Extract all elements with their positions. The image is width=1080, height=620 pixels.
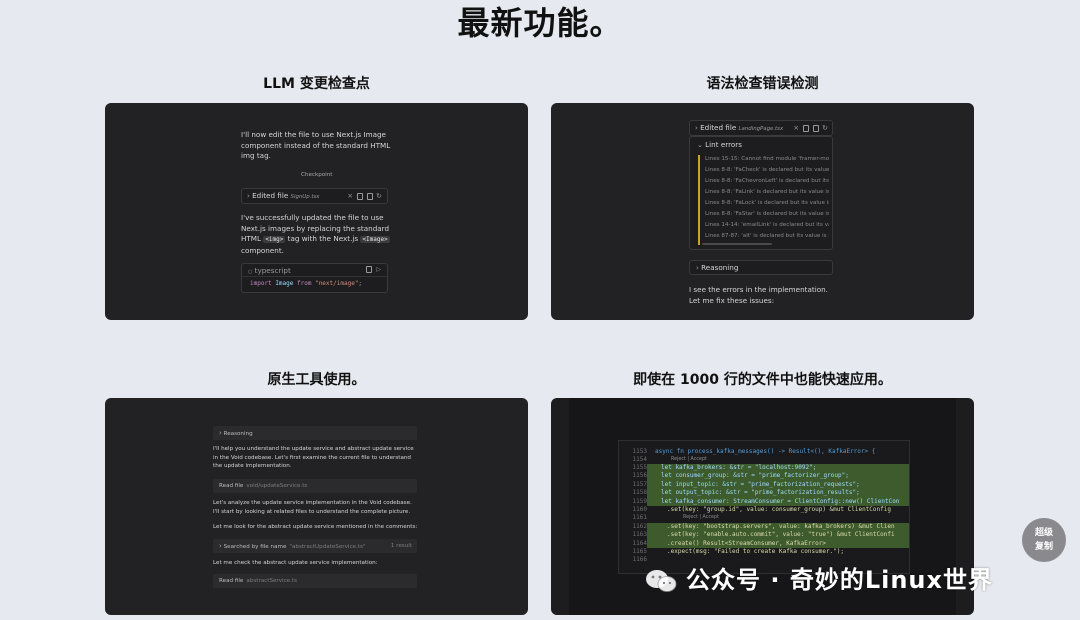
card-title-fast-apply: 即使在 1000 行的文件中也能快速应用。 <box>633 372 892 388</box>
reasoning-row[interactable]: › Reasoning <box>689 260 833 275</box>
wechat-icon <box>646 570 677 592</box>
edited-file-row[interactable]: › Edited file SignUp.tsx × ↻ <box>241 188 388 204</box>
inline-code-img: <img> <box>263 236 286 243</box>
play-icon[interactable]: ▷ <box>376 266 381 273</box>
page-title: 最新功能。 <box>457 4 623 42</box>
card-checkpoints: I'll now edit the file to use Next.js Im… <box>105 103 528 320</box>
edited-file-name: LandingPage.tsx <box>738 126 784 132</box>
refresh-icon[interactable]: ↻ <box>376 192 382 200</box>
lint-error-item[interactable]: Lines 8-8: 'FaCheck' is declared but its… <box>705 167 829 173</box>
edited-file-label: Edited file <box>700 123 737 132</box>
lint-errors-header[interactable]: ⌄ Lint errors <box>697 140 742 151</box>
edited-file-name: SignUp.tsx <box>290 194 320 200</box>
code-line: 1161 <box>632 514 647 522</box>
assistant-message: I'll help you understand the update serv… <box>213 446 414 470</box>
assistant-message: Let me check the abstract update service… <box>213 560 378 566</box>
file-icon[interactable] <box>803 124 810 132</box>
read-file-row[interactable]: Read file void/updateService.ts <box>213 479 417 493</box>
search-file-row[interactable]: › Searched by file name "abstractUpdateSe… <box>213 539 417 553</box>
read-file-row[interactable]: Read file abstractService.ts <box>213 574 417 588</box>
copy-icon[interactable] <box>813 124 820 132</box>
code-line-added: 1164 .create() Result<StreamConsumer, Kaf… <box>619 539 909 548</box>
assistant-message-2: I've successfully updated the file to us… <box>241 213 390 255</box>
code-line-added: 1155 let kafka_brokers: &str = "localhost… <box>619 464 909 473</box>
lint-error-item[interactable]: Lines 87-87: 'alt' is declared but its v… <box>705 233 829 239</box>
code-line-added: 1159 let kafka_consumer: StreamConsumer =… <box>619 497 909 506</box>
lint-warning-bar <box>698 155 700 245</box>
chevron-down-icon: ⌄ <box>697 141 703 149</box>
lint-error-item[interactable]: Lines 8-8: 'FaLink' is declared but its … <box>705 189 829 195</box>
card-title-tools: 原生工具使用。 <box>267 372 366 388</box>
assistant-message: Let me look for the abstract update serv… <box>213 524 418 530</box>
checkpoint-button[interactable]: Checkpoint <box>301 170 332 181</box>
chevron-right-icon: › <box>247 192 250 200</box>
search-result-count: 1 result <box>390 543 412 549</box>
inline-code-image: <Image> <box>360 236 390 243</box>
refresh-icon[interactable]: ↻ <box>822 124 828 132</box>
file-icon[interactable] <box>357 192 364 200</box>
lint-errors-panel: ⌄ Lint errors Lines 15-15: Cannot find m… <box>689 136 833 250</box>
assistant-message: Let's analyze the update service impleme… <box>213 500 412 515</box>
watermark: 公众号 · 奇妙的Linux世界 <box>644 560 993 595</box>
assistant-message: I'll now edit the file to use Next.js Im… <box>241 130 391 160</box>
code-line-added: 1162 .set(key: "bootstrap.servers", value… <box>619 522 909 532</box>
reasoning-label: Reasoning <box>701 263 739 272</box>
chevron-right-icon: › <box>696 264 699 272</box>
horizontal-scrollbar[interactable] <box>702 243 772 245</box>
reasoning-row[interactable]: › Reasoning <box>213 426 417 440</box>
reject-accept-actions[interactable]: Reject | Accept <box>683 515 719 520</box>
card-title-checkpoints: LLM 变更检查点 <box>263 76 370 92</box>
lint-error-item[interactable]: Lines 15-15: Cannot find module 'framer-… <box>705 156 829 162</box>
code-editor[interactable]: 1153 async fn process_kafka_messages() ->… <box>618 440 910 574</box>
card-title-lint: 语法检查错误检测 <box>706 76 819 92</box>
edited-file-label: Edited file <box>252 191 289 200</box>
code-line-added: 1157 let input_topic: &str = "prime_facto… <box>619 480 909 490</box>
edited-file-row[interactable]: › Edited file LandingPage.tsx × ↻ <box>689 120 833 136</box>
chevron-right-icon: › <box>219 429 222 437</box>
code-line-added: 1156 let consumer_group: &str = "prime_fa… <box>619 472 909 481</box>
chevron-right-icon: › <box>219 542 222 550</box>
code-line-added: 1163 .set(key: "enable.auto.commit", valu… <box>619 531 909 540</box>
copy-icon[interactable] <box>366 266 373 273</box>
lint-error-item[interactable]: Lines 14-14: 'emailLink' is declared but… <box>705 222 829 228</box>
code-line-added: 1158 let output_topic: &str = "prime_fact… <box>619 489 909 498</box>
lint-error-item[interactable]: Lines 8-8: 'FaChevronLeft' is declared b… <box>705 178 829 184</box>
copy-icon[interactable] <box>367 192 374 200</box>
lint-error-item[interactable]: Lines 8-8: 'FaLock' is declared but its … <box>705 200 829 206</box>
code-line: 1160 .set(key: "group.id", value: consume… <box>632 506 891 513</box>
code-line: import Image from "next/image"; <box>250 280 363 287</box>
card-tools: › Reasoning I'll help you understand the… <box>105 398 528 615</box>
close-icon[interactable]: × <box>793 124 799 132</box>
code-language-label: typescript <box>254 266 291 275</box>
chevron-right-icon: › <box>695 124 698 132</box>
assistant-message: I see the errors in the implementation. … <box>689 285 828 305</box>
super-copy-button[interactable]: 超级 复制 <box>1022 518 1066 562</box>
close-icon[interactable]: × <box>347 192 353 200</box>
code-block: ○ typescript ▷ import Image from "next/i… <box>241 263 388 293</box>
card-lint: › Edited file LandingPage.tsx × ↻ ⌄ Lint … <box>551 103 974 320</box>
code-line: 1165 .expect(msg: "Failed to create Kafka… <box>632 548 845 555</box>
lint-error-item[interactable]: Lines 8-8: 'FaStar' is declared but its … <box>705 211 829 217</box>
